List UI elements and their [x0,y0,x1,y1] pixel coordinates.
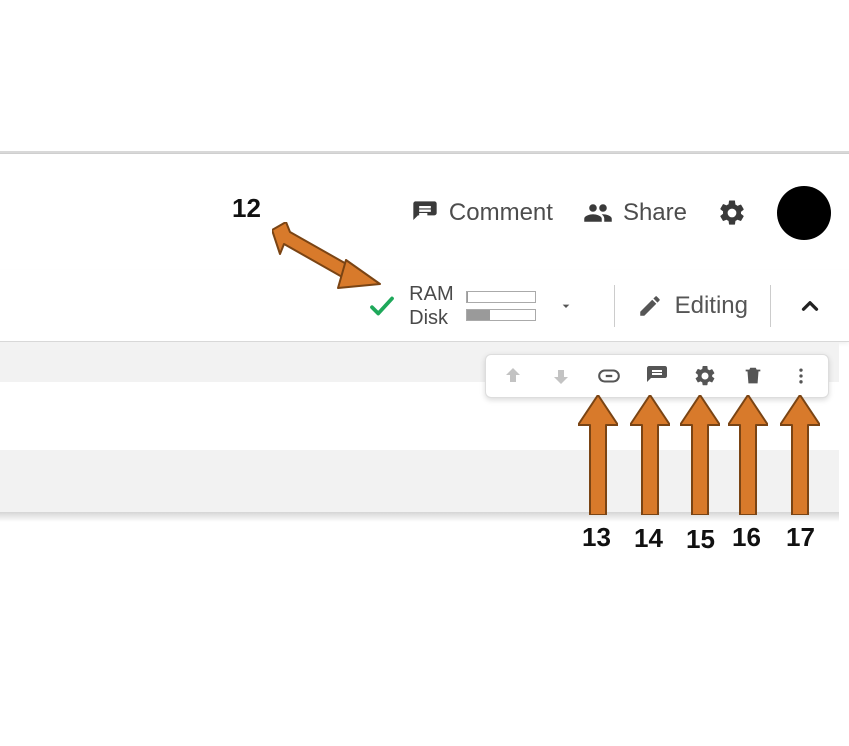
annotation-arrow-14 [630,395,670,515]
vertical-divider [614,285,615,327]
more-options-button[interactable] [786,361,816,391]
collapse-toolbar-button[interactable] [785,284,835,328]
trash-icon [742,364,764,388]
annotation-label-12: 12 [232,193,261,224]
vertical-divider [770,285,771,327]
annotation-arrow-17 [780,395,820,515]
add-comment-button[interactable] [642,361,672,391]
arrow-up-icon [501,364,525,388]
comment-button[interactable]: Comment [411,199,553,227]
annotation-label-14: 14 [634,523,663,554]
avatar[interactable] [777,186,831,240]
comment-label: Comment [449,199,553,227]
annotation-arrow-16 [728,395,768,515]
arrow-down-icon [549,364,573,388]
move-cell-up-button [498,361,528,391]
move-cell-down-button [546,361,576,391]
chevron-up-icon [797,293,823,319]
editing-mode-button[interactable]: Editing [629,292,756,320]
resource-bars [466,291,536,321]
annotation-arrow-13 [578,395,618,515]
disk-bar-fill [467,310,491,320]
comment-icon [411,199,439,227]
disk-bar [466,309,536,321]
resources-dropdown-caret[interactable] [548,298,584,314]
annotation-arrow-15 [680,395,720,515]
share-label: Share [623,199,687,227]
disk-label: Disk [409,306,453,330]
editing-mode-label: Editing [675,292,748,320]
top-divider [0,151,849,153]
ram-label: RAM [409,282,453,306]
pencil-icon [637,293,663,319]
link-icon [596,363,622,389]
header-toolbar: Comment Share [0,188,849,238]
comment-icon [645,364,669,388]
runtime-status[interactable]: RAM Disk [367,282,599,330]
settings-button[interactable] [717,198,747,228]
copy-link-button[interactable] [594,361,624,391]
cell-settings-button[interactable] [690,361,720,391]
ram-bar-fill [467,292,468,302]
annotation-arrow-12 [272,222,388,302]
cell-toolbar [485,354,829,398]
share-button[interactable]: Share [583,198,687,228]
annotation-label-16: 16 [732,522,761,553]
more-vert-icon [791,364,811,388]
chevron-down-icon [558,298,574,314]
resource-labels: RAM Disk [409,282,453,330]
annotation-label-15: 15 [686,524,715,555]
people-icon [583,198,613,228]
ram-bar [466,291,536,303]
annotation-label-17: 17 [786,522,815,553]
delete-cell-button[interactable] [738,361,768,391]
secondary-toolbar: RAM Disk Editing [0,270,849,342]
annotation-label-13: 13 [582,522,611,553]
gear-icon [717,198,747,228]
gear-icon [693,364,717,388]
